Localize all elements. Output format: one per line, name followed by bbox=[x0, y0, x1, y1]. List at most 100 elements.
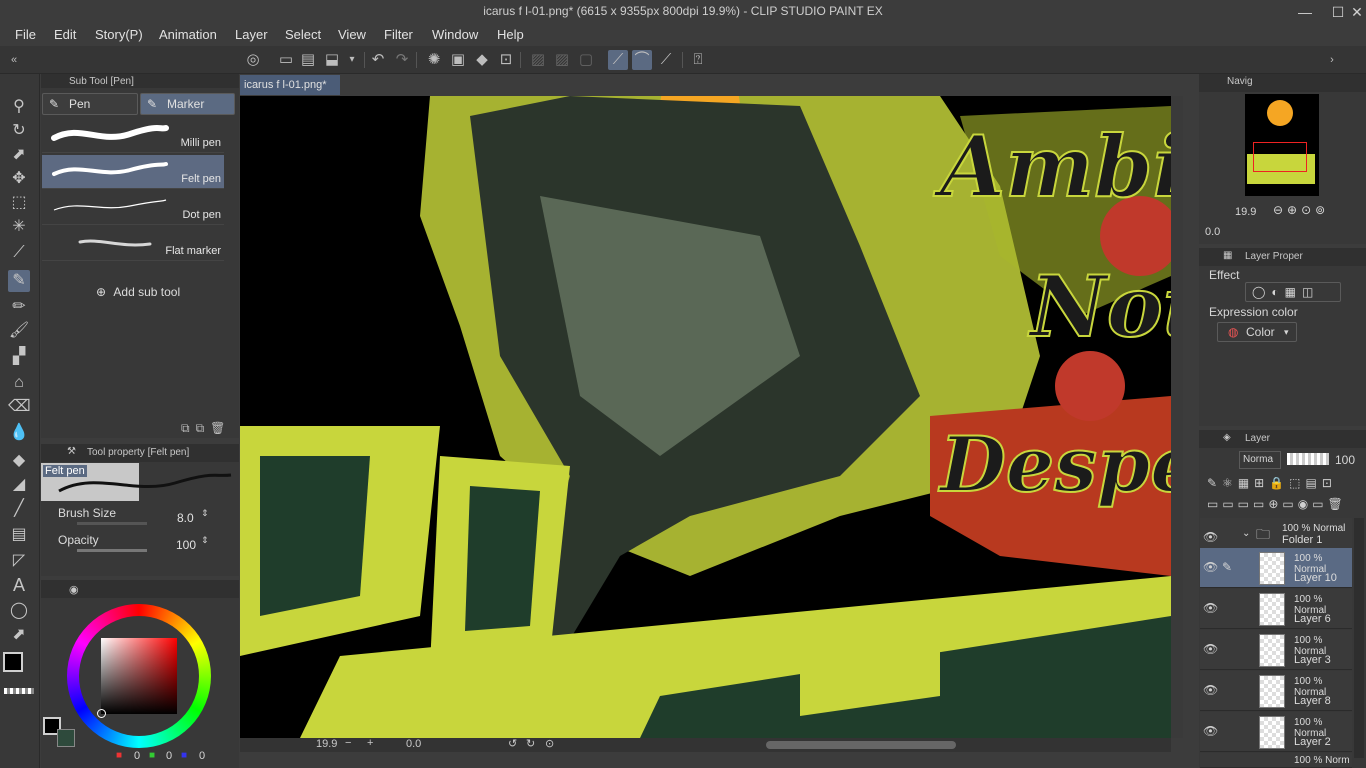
layer-tool-row-1[interactable]: ✎⚛▦⊞🔒⬚▤⊡ bbox=[1207, 476, 1337, 490]
layer-property-tab[interactable]: Layer Proper bbox=[1245, 251, 1303, 262]
brush-size-slider[interactable] bbox=[77, 522, 147, 525]
tab-marker[interactable]: ✎ Marker bbox=[140, 93, 235, 115]
correct-line-tool-icon[interactable]: ⬈ bbox=[8, 624, 30, 646]
saturation-value-square[interactable] bbox=[101, 638, 177, 714]
blend-mode-select[interactable]: Norma bbox=[1239, 451, 1281, 469]
decoration-tool-icon[interactable]: ⌂ bbox=[8, 372, 30, 394]
show-selection-icon[interactable]: ▢ bbox=[576, 50, 596, 70]
airbrush-tool-icon[interactable]: ▞ bbox=[8, 346, 30, 368]
layer-opacity-value[interactable]: 100 bbox=[1335, 453, 1355, 467]
layer-row[interactable]: 👁 100 % Normal Layer 6 bbox=[1200, 589, 1352, 629]
close-button[interactable]: ✕ bbox=[1344, 2, 1366, 22]
save-icon[interactable]: ⬓ bbox=[322, 50, 342, 70]
zoom-icon[interactable]: ⚲ bbox=[8, 96, 30, 118]
operation-icon[interactable]: ⬈ bbox=[8, 144, 30, 166]
layer-row[interactable]: 👁 100 % Normal Layer 2 bbox=[1200, 712, 1352, 752]
save-dropdown-icon[interactable]: ▾ bbox=[342, 50, 362, 70]
chevron-down-icon[interactable]: ⌄ bbox=[1242, 528, 1250, 539]
menu-story[interactable]: Story(P) bbox=[95, 24, 143, 42]
eyedropper-icon[interactable]: ⟋ bbox=[8, 242, 30, 264]
zoom-in-icon[interactable]: + bbox=[367, 737, 373, 749]
brush-size-spinner[interactable]: ⇕ bbox=[201, 508, 209, 519]
collapse-right-icon[interactable]: › bbox=[1322, 50, 1342, 70]
layer-row[interactable]: 👁 100 % Normal Layer 3 bbox=[1200, 630, 1352, 670]
navigator-viewport-box[interactable] bbox=[1253, 142, 1307, 172]
eye-icon[interactable]: 👁 bbox=[1203, 642, 1218, 656]
rotate-left-icon[interactable]: ↺ bbox=[508, 737, 517, 750]
menu-animation[interactable]: Animation bbox=[159, 24, 217, 42]
invert-selection-icon[interactable]: ▨ bbox=[552, 50, 572, 70]
color-picker-cursor[interactable] bbox=[97, 709, 106, 718]
canvas[interactable]: Ambiti Not Desper bbox=[240, 96, 1171, 738]
navigator-angle-value[interactable]: 0.0 bbox=[1205, 226, 1220, 238]
expression-color-select[interactable]: ◍ Color ▾ bbox=[1217, 322, 1297, 342]
layer-row[interactable]: 100 % Norm bbox=[1200, 753, 1352, 768]
eye-icon[interactable]: 👁 bbox=[1203, 683, 1218, 697]
rotation-value[interactable]: 0.0 bbox=[406, 738, 421, 750]
open-file-icon[interactable]: ▤ bbox=[298, 50, 318, 70]
redo-icon[interactable]: ↷ bbox=[392, 50, 412, 70]
opacity-spinner[interactable]: ⇕ bbox=[201, 535, 209, 546]
eye-icon[interactable]: 👁 bbox=[1203, 601, 1218, 615]
brush-dot-pen[interactable]: Dot pen bbox=[42, 191, 224, 225]
document-tab[interactable]: icarus f l-01.png* ● bbox=[240, 75, 340, 110]
clip-studio-icon[interactable]: ◎ bbox=[243, 50, 263, 70]
canvas-vertical-scrollbar[interactable] bbox=[1171, 96, 1183, 738]
layer-tab[interactable]: Layer bbox=[1245, 433, 1270, 444]
menu-layer[interactable]: Layer bbox=[235, 24, 268, 42]
snap-grid-icon[interactable]: ⟋ bbox=[656, 50, 676, 70]
main-color-swatch[interactable] bbox=[3, 652, 23, 672]
opacity-value[interactable]: 100 bbox=[176, 538, 196, 552]
menu-help[interactable]: Help bbox=[497, 24, 524, 42]
menu-view[interactable]: View bbox=[338, 24, 366, 42]
duplicate-sub-tool-icon[interactable]: ⧉ bbox=[196, 421, 211, 435]
magic-wand-icon[interactable]: ✳ bbox=[8, 216, 30, 238]
minimize-button[interactable]: — bbox=[1292, 2, 1318, 22]
layer-row[interactable]: 👁 100 % Normal Layer 8 bbox=[1200, 671, 1352, 711]
brush-size-value[interactable]: 8.0 bbox=[177, 511, 194, 525]
add-sub-tool-button[interactable]: ⊕ Add sub tool bbox=[96, 285, 180, 299]
fill-icon[interactable]: ◆ bbox=[472, 50, 492, 70]
tab-pen[interactable]: ✎ Pen bbox=[42, 93, 138, 115]
navigator-zoom-controls[interactable]: ⊖⊕⊙⊚ bbox=[1273, 203, 1329, 217]
text-tool-icon[interactable]: A bbox=[8, 574, 30, 596]
sub-color-chip[interactable] bbox=[57, 729, 75, 747]
navigator-tab[interactable]: Navig bbox=[1227, 76, 1253, 87]
deselect-icon[interactable]: ▨ bbox=[528, 50, 548, 70]
transparent-color-icon[interactable] bbox=[4, 688, 34, 694]
menu-select[interactable]: Select bbox=[285, 24, 321, 42]
undo-icon[interactable]: ↶ bbox=[368, 50, 388, 70]
fill-tool-icon[interactable]: ◆ bbox=[8, 450, 30, 472]
zoom-value[interactable]: 19.9 bbox=[316, 738, 337, 750]
copy-sub-tool-icon[interactable]: ⧉ bbox=[181, 421, 196, 435]
snap-special-ruler-icon[interactable]: ⌒ bbox=[632, 50, 652, 70]
menu-file[interactable]: File bbox=[15, 24, 36, 42]
navigator-preview[interactable] bbox=[1245, 94, 1319, 196]
brush-tool-icon[interactable]: 🖌 bbox=[8, 320, 30, 342]
blend-tool-icon[interactable]: 💧 bbox=[8, 422, 30, 444]
brush-flat-marker[interactable]: Flat marker bbox=[42, 227, 224, 261]
navigator-zoom-value[interactable]: 19.9 bbox=[1235, 206, 1256, 218]
eraser-tool-icon[interactable]: ⌫ bbox=[8, 396, 31, 418]
eye-icon[interactable]: 👁 bbox=[1203, 530, 1218, 544]
effect-buttons[interactable]: ◯◐▦◫ bbox=[1245, 282, 1341, 302]
brush-milli-pen[interactable]: Milli pen bbox=[42, 119, 224, 153]
menu-filter[interactable]: Filter bbox=[384, 24, 413, 42]
eye-icon[interactable]: 👁 bbox=[1203, 560, 1218, 574]
gradient-tool-icon[interactable]: ◢ bbox=[8, 474, 30, 496]
collapse-left-icon[interactable]: « bbox=[4, 50, 24, 70]
help-icon[interactable]: ⍰ bbox=[688, 50, 708, 70]
balloon-tool-icon[interactable]: ◯ bbox=[8, 600, 30, 622]
zoom-out-icon[interactable]: − bbox=[345, 737, 351, 749]
transform-icon[interactable]: ⊡ bbox=[496, 50, 516, 70]
clear-icon[interactable]: ✺ bbox=[424, 50, 444, 70]
brush-felt-pen[interactable]: Felt pen bbox=[42, 155, 224, 189]
snap-ruler-icon[interactable]: ⟋ bbox=[608, 50, 628, 70]
menu-window[interactable]: Window bbox=[432, 24, 478, 42]
move-layer-icon[interactable]: ✥ bbox=[8, 168, 30, 190]
selection-icon[interactable]: ⬚ bbox=[8, 192, 30, 214]
menu-edit[interactable]: Edit bbox=[54, 24, 76, 42]
pen-tool-icon[interactable]: ✎ bbox=[8, 270, 30, 292]
new-file-icon[interactable]: ▭ bbox=[276, 50, 296, 70]
layer-opacity-slider[interactable] bbox=[1287, 453, 1329, 465]
